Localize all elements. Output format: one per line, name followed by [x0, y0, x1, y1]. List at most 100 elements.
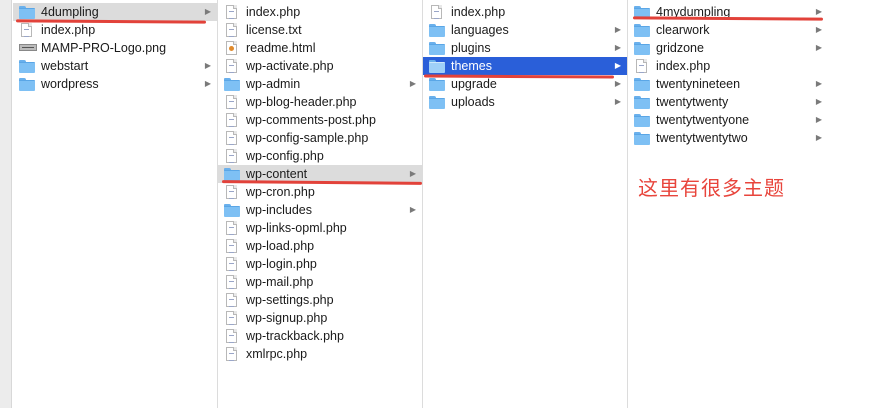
- item-label: MAMP-PRO-Logo.png: [41, 41, 167, 55]
- file-row[interactable]: wp-blog-header.php: [218, 93, 422, 111]
- folder-icon: [634, 95, 650, 109]
- column-root[interactable]: 4dumpling ▶ index.php MAMP-PRO-Logo.png webs…: [13, 0, 217, 408]
- folder-icon: [429, 77, 445, 91]
- file-row[interactable]: wp-signup.php: [218, 309, 422, 327]
- item-label: twentytwentyone: [656, 113, 750, 127]
- item-label: wp-links-opml.php: [246, 221, 347, 235]
- file-row[interactable]: index.php: [13, 21, 217, 39]
- folder-icon: [429, 95, 445, 109]
- file-row[interactable]: wp-mail.php: [218, 273, 422, 291]
- item-label: twentynineteen: [656, 77, 741, 91]
- folder-row[interactable]: twentytwentytwo ▶: [628, 129, 828, 147]
- chevron-right-icon: ▶: [204, 7, 211, 16]
- file-row[interactable]: wp-settings.php: [218, 291, 422, 309]
- folder-icon: [634, 77, 650, 91]
- item-label: wp-load.php: [246, 239, 315, 253]
- folder-icon: [634, 113, 650, 127]
- folder-row[interactable]: wordpress ▶: [13, 75, 217, 93]
- file-row[interactable]: wp-trackback.php: [218, 327, 422, 345]
- file-row[interactable]: wp-load.php: [218, 237, 422, 255]
- folder-icon: [634, 41, 650, 55]
- column-wp-content[interactable]: index.php languages ▶ plugins ▶ themes ▶ upgrad…: [423, 0, 627, 408]
- item-label: clearwork: [656, 23, 710, 37]
- item-label: wp-signup.php: [246, 311, 328, 325]
- item-label: wp-activate.php: [246, 59, 334, 73]
- php-file-icon: [224, 257, 240, 271]
- file-row[interactable]: index.php: [218, 3, 422, 21]
- item-label: wp-config-sample.php: [246, 131, 369, 145]
- item-label: languages: [451, 23, 509, 37]
- file-row[interactable]: MAMP-PRO-Logo.png: [13, 39, 217, 57]
- php-file-icon: [224, 185, 240, 199]
- item-label: wp-mail.php: [246, 275, 314, 289]
- file-row[interactable]: wp-links-opml.php: [218, 219, 422, 237]
- folder-icon: [634, 131, 650, 145]
- file-row[interactable]: license.txt: [218, 21, 422, 39]
- item-label: wp-login.php: [246, 257, 317, 271]
- item-label: wp-admin: [246, 77, 301, 91]
- chevron-right-icon: ▶: [815, 133, 822, 142]
- folder-row[interactable]: wp-includes ▶: [218, 201, 422, 219]
- item-label: wp-comments-post.php: [246, 113, 376, 127]
- chevron-right-icon: ▶: [614, 79, 621, 88]
- folder-row[interactable]: webstart ▶: [13, 57, 217, 75]
- chevron-right-icon: ▶: [815, 79, 822, 88]
- chevron-right-icon: ▶: [614, 25, 621, 34]
- folder-icon: [19, 77, 35, 91]
- folder-row[interactable]: twentytwenty ▶: [628, 93, 828, 111]
- file-row[interactable]: wp-cron.php: [218, 183, 422, 201]
- file-row[interactable]: readme.html: [218, 39, 422, 57]
- folder-icon: [19, 59, 35, 73]
- php-file-icon: [224, 149, 240, 163]
- folder-icon: [634, 23, 650, 37]
- item-label: wp-settings.php: [246, 293, 334, 307]
- column-themes[interactable]: 4mydumpling ▶ clearwork ▶ gridzone ▶ index.php…: [628, 0, 828, 408]
- folder-row[interactable]: gridzone ▶: [628, 39, 828, 57]
- annotation-note: 这里有很多主题: [638, 176, 785, 200]
- folder-row[interactable]: uploads ▶: [423, 93, 627, 111]
- item-label: webstart: [41, 59, 89, 73]
- item-label: index.php: [246, 5, 301, 19]
- folder-row[interactable]: themes ▶: [423, 57, 627, 75]
- folder-row[interactable]: clearwork ▶: [628, 21, 828, 39]
- file-row[interactable]: wp-login.php: [218, 255, 422, 273]
- file-row[interactable]: wp-activate.php: [218, 57, 422, 75]
- column-wordpress[interactable]: index.php license.txt readme.html wp-activa…: [218, 0, 422, 408]
- png-image-icon: [19, 41, 37, 55]
- file-row[interactable]: index.php: [628, 57, 828, 75]
- chevron-right-icon: ▶: [614, 97, 621, 106]
- item-label: wp-blog-header.php: [246, 95, 357, 109]
- chevron-right-icon: ▶: [815, 25, 822, 34]
- file-row[interactable]: index.php: [423, 3, 627, 21]
- finder-column-browser: 4dumpling ▶ index.php MAMP-PRO-Logo.png webs…: [0, 0, 885, 408]
- folder-row[interactable]: languages ▶: [423, 21, 627, 39]
- file-row[interactable]: wp-config-sample.php: [218, 129, 422, 147]
- item-label: twentytwenty: [656, 95, 729, 109]
- chevron-right-icon: ▶: [409, 169, 416, 178]
- file-row[interactable]: xmlrpc.php: [218, 345, 422, 363]
- left-gutter: [0, 0, 12, 408]
- chevron-right-icon: ▶: [409, 205, 416, 214]
- folder-icon: [224, 77, 240, 91]
- item-label: license.txt: [246, 23, 302, 37]
- file-row[interactable]: wp-comments-post.php: [218, 111, 422, 129]
- folder-icon: [224, 167, 240, 181]
- folder-icon: [19, 5, 35, 19]
- chevron-right-icon: ▶: [815, 115, 822, 124]
- php-file-icon: [224, 221, 240, 235]
- folder-icon: [224, 203, 240, 217]
- folder-row[interactable]: plugins ▶: [423, 39, 627, 57]
- folder-row[interactable]: 4dumpling ▶: [13, 3, 217, 21]
- item-label: gridzone: [656, 41, 704, 55]
- folder-row[interactable]: twentynineteen ▶: [628, 75, 828, 93]
- chevron-right-icon: ▶: [204, 79, 211, 88]
- chevron-right-icon: ▶: [614, 61, 621, 70]
- folder-row[interactable]: twentytwentyone ▶: [628, 111, 828, 129]
- php-file-icon: [19, 23, 35, 37]
- php-file-icon: [224, 5, 240, 19]
- item-label: wordpress: [41, 77, 99, 91]
- php-file-icon: [224, 95, 240, 109]
- file-row[interactable]: wp-config.php: [218, 147, 422, 165]
- chevron-right-icon: ▶: [614, 43, 621, 52]
- folder-row[interactable]: wp-admin ▶: [218, 75, 422, 93]
